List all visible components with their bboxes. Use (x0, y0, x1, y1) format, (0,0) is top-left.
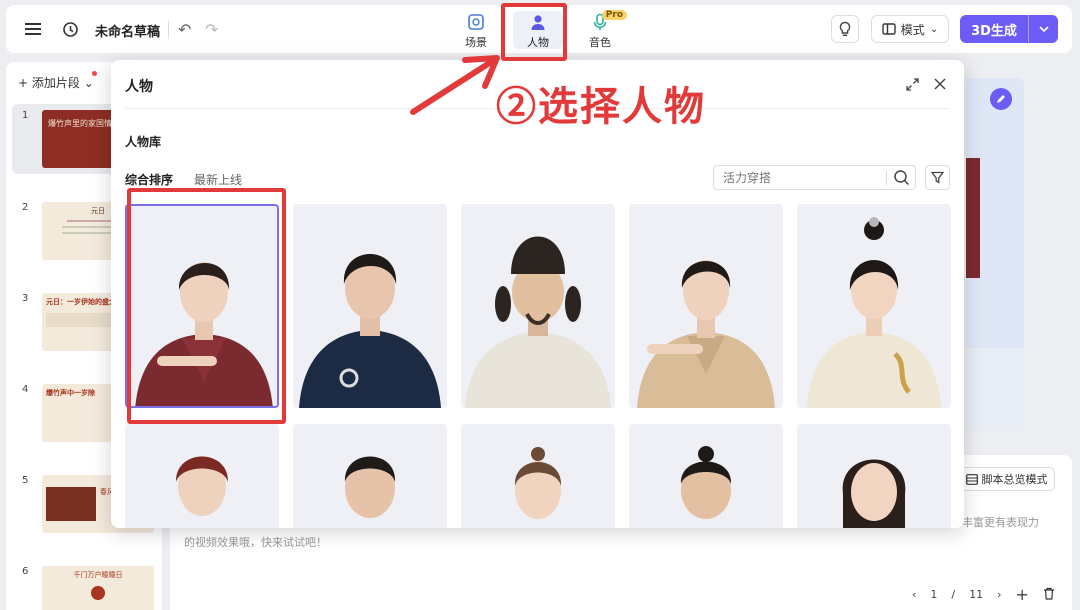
sort-tab-newest[interactable]: 最新上线 (194, 171, 242, 188)
sort-tab-comprehensive[interactable]: 综合排序 (125, 171, 173, 188)
page-total: 11 (969, 588, 984, 601)
hint-text: 丰富更有表现力 (962, 516, 1039, 529)
tab-scene[interactable]: 场景 (451, 11, 501, 49)
annotation-arrow (410, 55, 500, 115)
generate-3d-button[interactable]: 3D生成 (960, 15, 1058, 43)
preview-figure (966, 158, 1024, 430)
add-segment-button[interactable]: + 添加片段 ⌄ (18, 71, 97, 91)
character-portrait (175, 456, 229, 516)
notification-dot (92, 71, 97, 76)
expand-icon[interactable] (904, 76, 920, 92)
document-title[interactable]: 未命名草稿 (95, 21, 160, 40)
character-card[interactable] (629, 204, 783, 408)
character-portrait (680, 446, 732, 519)
character-portrait (842, 459, 906, 528)
menu-icon[interactable] (21, 17, 45, 41)
mode-dropdown[interactable]: 模式 ⌄ (871, 15, 949, 43)
character-card[interactable] (797, 204, 951, 408)
annotation-highlight-card (127, 188, 286, 424)
chevron-down-icon: ⌄ (929, 23, 939, 35)
character-card[interactable] (293, 424, 447, 528)
slide-number: 5 (22, 475, 29, 486)
character-portrait (807, 217, 941, 408)
chevron-left-icon[interactable]: ‹ (912, 588, 916, 601)
pagination: ‹ 1 / 11 › + (912, 585, 1055, 604)
page-separator: / (951, 588, 956, 601)
close-icon[interactable] (932, 76, 948, 92)
slide-number: 2 (22, 202, 29, 213)
slide-thumb-title: 元日 (91, 207, 105, 215)
annotation-highlight-tab (501, 3, 567, 61)
slide-number: 1 (22, 110, 29, 121)
slide-thumb-title: 爆竹声中一岁除 (46, 389, 95, 397)
table-icon (965, 473, 978, 485)
character-portrait (299, 254, 441, 408)
generate-label: 3D生成 (971, 23, 1017, 39)
trash-icon[interactable] (1043, 587, 1055, 603)
slide-number: 6 (22, 566, 29, 577)
script-overview-button[interactable]: 脚本总览模式 (958, 467, 1055, 491)
layout-icon (882, 23, 896, 35)
library-title: 人物库 (125, 135, 162, 149)
slide-item[interactable]: 6 千门万户曈曈日 (12, 560, 162, 610)
scene-icon (468, 14, 484, 30)
character-search (713, 165, 916, 190)
toolbar-divider (168, 21, 169, 39)
character-portrait (514, 447, 562, 519)
redo-icon[interactable]: ↷ (205, 20, 218, 39)
undo-icon[interactable]: ↶ (178, 20, 191, 39)
chevron-down-icon[interactable] (1028, 15, 1058, 43)
tab-label: 音色 (589, 36, 611, 49)
preview-canvas (966, 78, 1024, 430)
tips-button[interactable] (831, 15, 859, 43)
divider (886, 171, 887, 185)
page-current: 1 (930, 588, 938, 601)
filter-button[interactable] (925, 165, 950, 190)
hint-text: 的视频效果哦，快来试试吧！ (184, 536, 327, 549)
pro-badge: Pro (601, 10, 627, 20)
slide-thumbnail: 千门万户曈曈日 (42, 566, 154, 610)
lightbulb-icon (839, 21, 851, 36)
character-portrait (465, 236, 611, 408)
search-input[interactable] (714, 166, 874, 189)
script-mode-label: 脚本总览模式 (981, 473, 1048, 486)
tab-voice[interactable]: 音色 Pro (575, 10, 627, 49)
tab-label: 场景 (465, 36, 487, 49)
character-card[interactable] (293, 204, 447, 408)
character-card[interactable] (461, 424, 615, 528)
character-portrait (637, 260, 775, 408)
mode-label: 模式 (900, 22, 925, 37)
slide-number: 4 (22, 384, 29, 395)
chevron-down-icon: ⌄ (83, 76, 94, 90)
slide-thumb-title: 千门万户曈曈日 (73, 571, 123, 579)
character-card[interactable] (125, 424, 279, 528)
annotation-label: ②选择人物 (496, 83, 706, 130)
plus-icon: + (18, 76, 29, 90)
character-card[interactable] (797, 424, 951, 528)
character-portrait (344, 456, 396, 518)
edit-icon[interactable] (990, 88, 1012, 110)
chevron-right-icon[interactable]: › (997, 588, 1001, 601)
modal-title: 人物 (125, 79, 153, 95)
slide-number: 3 (22, 293, 29, 304)
history-icon[interactable] (58, 17, 82, 41)
add-segment-label: 添加片段 (31, 76, 80, 90)
slide-thumb-title: 爆竹声里的家国情怀 (48, 119, 120, 128)
character-card[interactable] (629, 424, 783, 528)
character-card[interactable] (461, 204, 615, 408)
add-icon[interactable]: + (1016, 585, 1029, 604)
filter-icon (931, 171, 944, 184)
search-icon[interactable] (893, 169, 910, 189)
